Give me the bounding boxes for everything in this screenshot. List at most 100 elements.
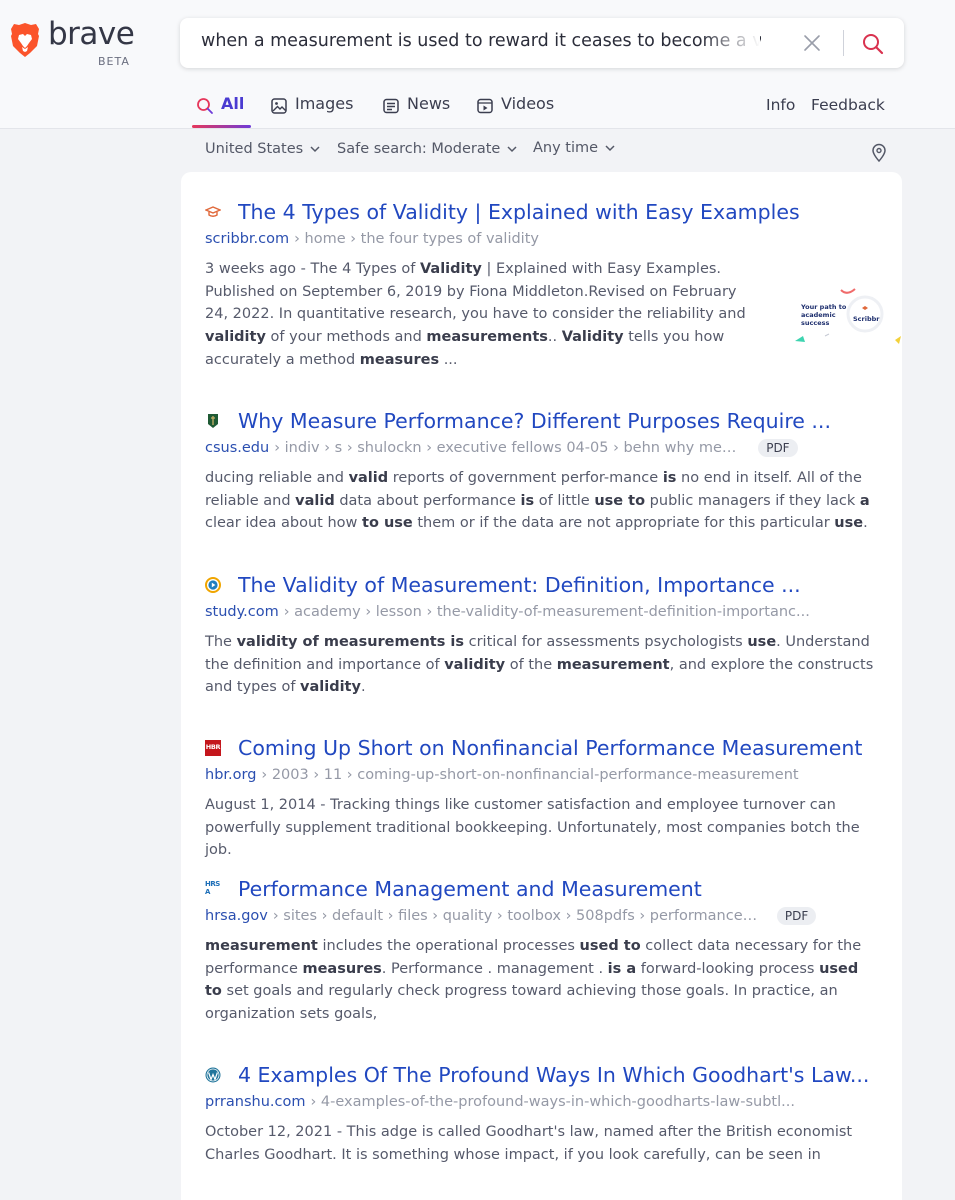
snippet-keyword: validity of measurements is xyxy=(236,634,464,650)
result-domain[interactable]: hrsa.gov xyxy=(205,908,268,924)
result-domain[interactable]: prranshu.com xyxy=(205,1094,305,1110)
result-domain[interactable]: hbr.org xyxy=(205,767,256,783)
result-path: › indiv › s › shulockn › executive fello… xyxy=(274,440,745,456)
location-pin-icon[interactable] xyxy=(870,143,888,163)
thumbnail-tagline: Your path to academic success xyxy=(801,303,847,327)
result-domain[interactable]: study.com xyxy=(205,604,279,620)
snippet-keyword: to use xyxy=(362,515,413,532)
chevron-down-icon xyxy=(310,146,320,153)
snippet-keyword: is a xyxy=(607,960,637,977)
snippet-keyword: validity xyxy=(444,656,506,673)
header: brave BETA when a measurement is used to… xyxy=(0,0,955,129)
result-path: › 2003 › 11 › coming-up-short-on-nonfina… xyxy=(261,767,799,783)
safe-search-filter[interactable]: Safe search: Moderate xyxy=(337,141,518,157)
safe-search-filter-label: Safe search: Moderate xyxy=(337,141,501,157)
result-title-link[interactable]: Why Measure Performance? Different Purpo… xyxy=(238,409,831,433)
results-list: The 4 Types of Validity | Explained with… xyxy=(181,172,902,1200)
time-filter[interactable]: Any time xyxy=(533,140,616,156)
chevron-down-icon xyxy=(605,145,615,152)
snippet-keyword: measures xyxy=(359,351,440,368)
brave-logo[interactable]: brave BETA xyxy=(10,16,135,68)
time-filter-label: Any time xyxy=(533,140,599,156)
snippet-keyword: valid xyxy=(295,492,335,509)
study-play-icon xyxy=(205,577,221,593)
search-result: Why Measure Performance? Different Purpo… xyxy=(205,407,877,535)
tab-videos-label: Videos xyxy=(501,94,555,113)
result-title-link[interactable]: Coming Up Short on Nonfinancial Performa… xyxy=(238,736,862,760)
result-snippet: October 12, 2021 - This adge is called G… xyxy=(205,1124,853,1163)
snippet-keyword: validity xyxy=(205,329,266,346)
search-result: The 4 Types of Validity | Explained with… xyxy=(205,198,901,372)
clear-search-icon[interactable] xyxy=(800,31,824,55)
logo-wordmark: brave xyxy=(48,16,135,52)
search-input[interactable]: when a measurement is used to reward it … xyxy=(201,31,761,51)
snippet-keyword: is xyxy=(520,492,535,509)
tab-news[interactable]: News xyxy=(382,94,450,129)
pdf-badge: PDF xyxy=(758,439,798,457)
result-snippet: measurement includes the operational pro… xyxy=(205,938,862,1023)
search-result: The Validity of Measurement: Definition,… xyxy=(205,571,877,699)
logo-beta-label: BETA xyxy=(98,55,130,68)
snippet-keyword: measurements xyxy=(426,329,548,346)
result-title-link[interactable]: 4 Examples Of The Profound Ways In Which… xyxy=(238,1063,869,1087)
info-link[interactable]: Info xyxy=(766,96,795,114)
tab-all-label: All xyxy=(221,94,245,113)
search-submit-icon[interactable] xyxy=(860,31,886,57)
search-icon xyxy=(197,98,213,114)
hbr-icon: HBR xyxy=(205,740,221,756)
result-snippet: 3 weeks ago - The 4 Types of Validity | … xyxy=(205,261,746,368)
scribbr-thumbnail-graphic xyxy=(795,288,901,344)
hbr-icon-text: HBR xyxy=(205,743,221,751)
news-icon xyxy=(383,98,399,114)
region-filter[interactable]: United States xyxy=(205,141,321,157)
snippet-keyword: Validity xyxy=(419,261,482,277)
brave-lion-icon xyxy=(11,23,39,57)
result-path: › sites › default › files › quality › to… xyxy=(272,908,763,924)
chevron-down-icon xyxy=(507,146,517,153)
result-path: › home › the four types of validity xyxy=(294,231,539,247)
feedback-link[interactable]: Feedback xyxy=(811,96,885,114)
snippet-keyword: measures xyxy=(302,960,382,977)
tab-images-label: Images xyxy=(295,94,354,113)
snippet-keyword: Validity xyxy=(561,329,624,346)
tab-videos[interactable]: Videos xyxy=(476,94,554,129)
search-result: HBR Coming Up Short on Nonfinancial Perf… xyxy=(205,734,877,862)
result-domain[interactable]: scribbr.com xyxy=(205,231,289,247)
snippet-keyword: a xyxy=(859,492,870,509)
snippet-keyword: use to xyxy=(594,492,646,509)
search-text-fade xyxy=(700,28,760,58)
hrsa-icon-text: HRSA xyxy=(205,880,220,896)
search-result: 4 Examples Of The Profound Ways In Which… xyxy=(205,1061,877,1166)
video-icon xyxy=(477,98,493,114)
tab-images[interactable]: Images xyxy=(270,94,353,129)
result-snippet: ducing reliable and valid reports of gov… xyxy=(205,470,870,532)
tab-news-label: News xyxy=(407,94,451,113)
result-title-link[interactable]: Performance Management and Measurement xyxy=(238,877,702,901)
search-box[interactable]: when a measurement is used to reward it … xyxy=(180,18,904,68)
active-tab-indicator xyxy=(192,125,251,128)
result-path: › 4-examples-of-the-profound-ways-in-whi… xyxy=(310,1094,795,1110)
tab-all[interactable]: All xyxy=(196,94,244,129)
search-divider xyxy=(843,30,844,56)
filter-bar: United States Safe search: Moderate Any … xyxy=(0,140,955,165)
result-snippet: August 1, 2014 - Tracking things like cu… xyxy=(205,797,860,859)
result-thumbnail[interactable]: Your path to academic success Scribbr xyxy=(795,256,905,346)
hrsa-icon: HRSA xyxy=(205,880,221,897)
result-path: › academy › lesson › the-validity-of-mea… xyxy=(283,604,810,620)
thumbnail-brand: Scribbr xyxy=(853,315,880,323)
snippet-keyword: valid xyxy=(348,470,389,486)
result-title-link[interactable]: The 4 Types of Validity | Explained with… xyxy=(238,200,800,224)
snippet-keyword: use xyxy=(747,634,777,650)
snippet-keyword: measurement xyxy=(556,656,670,673)
snippet-keyword: use xyxy=(834,515,864,532)
snippet-keyword: validity xyxy=(300,679,361,696)
result-domain[interactable]: csus.edu xyxy=(205,440,269,456)
csus-shield-icon xyxy=(208,414,218,428)
result-snippet: The validity of measurements is critical… xyxy=(205,634,874,696)
region-filter-label: United States xyxy=(205,141,304,157)
result-title-link[interactable]: The Validity of Measurement: Definition,… xyxy=(238,573,801,597)
graduation-cap-icon xyxy=(205,206,221,217)
snippet-keyword: measurement xyxy=(205,938,318,954)
image-icon xyxy=(271,98,287,114)
snippet-keyword: used to xyxy=(579,938,641,954)
